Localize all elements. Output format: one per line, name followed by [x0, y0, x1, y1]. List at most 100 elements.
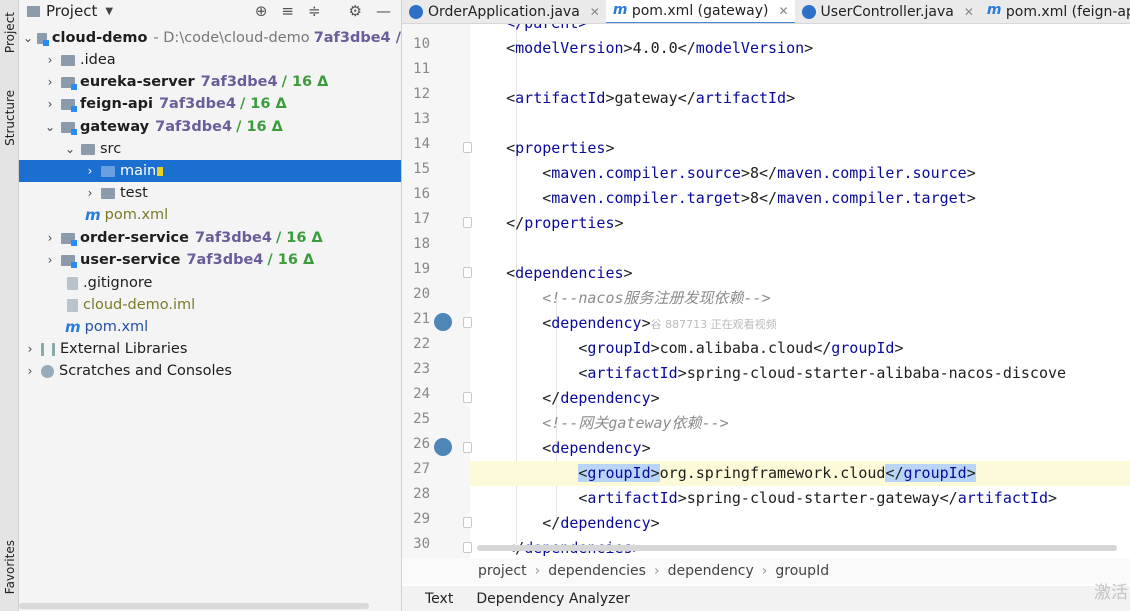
collapse-all-icon[interactable]: ≑: [308, 2, 321, 20]
editor-gutter[interactable]: 10 11 12 13 14 15 16 17 18 19 20 21 22 2…: [402, 24, 472, 564]
structure-tool-tab[interactable]: Structure: [0, 82, 19, 154]
tree-label: .idea: [80, 52, 116, 68]
chevron-right-icon[interactable]: ›: [83, 186, 97, 200]
line-number: 14: [413, 136, 430, 152]
tree-node-feign-api[interactable]: › feign-api 7af3dbe4 / 16 Δ: [19, 93, 401, 115]
project-tool-tab[interactable]: Project: [0, 2, 19, 64]
tree-node-root-pom[interactable]: m pom.xml: [19, 316, 401, 338]
tree-node-gitignore[interactable]: .gitignore: [19, 272, 401, 294]
vcs-delta: / 16 Δ: [281, 74, 329, 90]
code-token: gateway: [614, 89, 678, 107]
tab-pom-feign[interactable]: m pom.xml (feign-ap: [980, 0, 1130, 23]
code-line: </properties>: [470, 214, 624, 232]
folder-icon: [61, 54, 75, 66]
dependency-update-icon[interactable]: [434, 438, 452, 456]
vcs-info: 7af3dbe4: [186, 252, 264, 268]
tree-label: cloud-demo.iml: [83, 297, 196, 313]
chevron-right-icon[interactable]: ›: [43, 75, 57, 89]
tree-node-order-service[interactable]: › order-service 7af3dbe4 / 16 Δ: [19, 227, 401, 249]
vcs-info: 7af3dbe4: [158, 96, 236, 112]
module-folder-icon: [61, 232, 77, 246]
line-number: 29: [413, 511, 430, 527]
editor-area: OrderApplication.java ✕ m pom.xml (gatew…: [402, 0, 1130, 611]
tab-user-controller[interactable]: UserController.java ✕: [795, 0, 980, 23]
chevron-right-icon[interactable]: ›: [43, 97, 57, 111]
gear-icon[interactable]: ⚙: [349, 2, 362, 20]
editor-horizontal-scrollbar[interactable]: [477, 545, 1117, 551]
tree-node-eureka-server[interactable]: › eureka-server 7af3dbe4 / 16 Δ: [19, 71, 401, 93]
line-number: 22: [413, 336, 430, 352]
vcs-info: 7af3dbe4 /: [313, 30, 401, 46]
chevron-down-icon[interactable]: ▼: [105, 6, 113, 17]
chevron-right-icon[interactable]: ›: [43, 253, 57, 267]
tree-node-external-libraries[interactable]: › External Libraries: [19, 338, 401, 360]
tab-text[interactable]: Text: [402, 591, 476, 607]
code-line: <!--网关gateway依赖-->: [470, 411, 1130, 436]
code-line: <maven.compiler.target>8</maven.compiler…: [470, 189, 976, 207]
line-number: 12: [413, 86, 430, 102]
tab-dependency-analyzer[interactable]: Dependency Analyzer: [476, 591, 653, 607]
tree-label: test: [120, 185, 148, 201]
tree-node-src[interactable]: ⌄ src: [19, 138, 401, 160]
line-number: 17: [413, 211, 430, 227]
code-line: <groupId>com.alibaba.cloud</groupId>: [470, 339, 904, 357]
tree-node-cloud-demo[interactable]: ⌄ cloud-demo - D:\code\cloud-demo 7af3db…: [19, 27, 401, 49]
tree-node-gateway[interactable]: ⌄ gateway 7af3dbe4 / 16 Δ: [19, 116, 401, 138]
breadcrumb-item[interactable]: groupId: [775, 563, 829, 579]
favorites-tool-label: Favorites: [2, 540, 17, 595]
close-icon[interactable]: ✕: [964, 5, 974, 19]
tree-label: cloud-demo: [51, 30, 148, 46]
breadcrumb-item[interactable]: dependencies: [548, 563, 646, 579]
code-line: <modelVersion>4.0.0</modelVersion>: [470, 39, 814, 57]
project-folder-icon: [27, 5, 40, 17]
chevron-down-icon[interactable]: ⌄: [63, 142, 77, 156]
code-content[interactable]: </parent> <modelVersion>4.0.0</modelVers…: [470, 24, 1130, 564]
chevron-right-icon[interactable]: ›: [43, 53, 57, 67]
project-horizontal-scrollbar[interactable]: [19, 603, 369, 609]
line-number: 19: [413, 261, 430, 277]
vcs-info: 7af3dbe4: [155, 119, 233, 135]
dependency-update-icon[interactable]: [434, 313, 452, 331]
tree-node-main[interactable]: › main: [19, 160, 401, 182]
activation-watermark: 激活: [1094, 583, 1128, 603]
locate-icon[interactable]: ⊕: [255, 2, 268, 20]
library-icon: [41, 342, 55, 356]
chevron-right-icon[interactable]: ›: [43, 231, 57, 245]
code-token: spring-cloud-starter-alibaba-nacos-disco…: [686, 364, 1067, 382]
tab-label: OrderApplication.java: [428, 3, 580, 20]
breadcrumb-item[interactable]: project: [478, 563, 527, 579]
chevron-down-icon[interactable]: ⌄: [23, 31, 33, 45]
tree-node-idea[interactable]: › .idea: [19, 49, 401, 71]
code-line: <dependencies>: [470, 264, 633, 282]
project-panel-title[interactable]: Project: [46, 2, 97, 20]
line-number: 27: [413, 461, 430, 477]
chevron-down-icon[interactable]: ⌄: [43, 120, 57, 134]
tab-pom-gateway[interactable]: m pom.xml (gateway) ✕: [605, 0, 795, 23]
code-line: </dependency>: [470, 514, 660, 532]
tree-node-gateway-pom[interactable]: m pom.xml: [19, 204, 401, 226]
tree-node-iml[interactable]: cloud-demo.iml: [19, 294, 401, 316]
tree-path: - D:\code\cloud-demo: [153, 30, 310, 46]
tree-node-test[interactable]: › test: [19, 182, 401, 204]
chevron-right-icon[interactable]: ›: [23, 342, 37, 356]
tree-node-user-service[interactable]: › user-service 7af3dbe4 / 16 Δ: [19, 249, 401, 271]
code-line: <!--nacos服务注册发现依赖-->: [470, 286, 1130, 311]
hide-panel-icon[interactable]: —: [376, 2, 391, 20]
close-icon[interactable]: ✕: [590, 5, 600, 19]
tree-label: gateway: [80, 119, 150, 135]
chevron-right-icon[interactable]: ›: [83, 164, 97, 178]
favorites-tool-tab[interactable]: Favorites: [0, 530, 19, 605]
line-number: 26: [413, 436, 430, 452]
line-number: 28: [413, 486, 430, 502]
breadcrumb-item[interactable]: dependency: [668, 563, 754, 579]
module-folder-icon: [61, 121, 77, 135]
expand-all-icon[interactable]: ≡: [281, 2, 294, 20]
close-icon[interactable]: ✕: [778, 4, 788, 18]
module-folder-icon: [61, 98, 77, 112]
tab-label: pom.xml (gateway): [631, 2, 769, 19]
code-token: 8: [749, 189, 759, 207]
tree-node-scratches[interactable]: › Scratches and Consoles: [19, 360, 401, 382]
tab-order-application[interactable]: OrderApplication.java ✕: [402, 0, 606, 23]
vcs-info: 7af3dbe4: [194, 230, 272, 246]
chevron-right-icon[interactable]: ›: [23, 364, 37, 378]
